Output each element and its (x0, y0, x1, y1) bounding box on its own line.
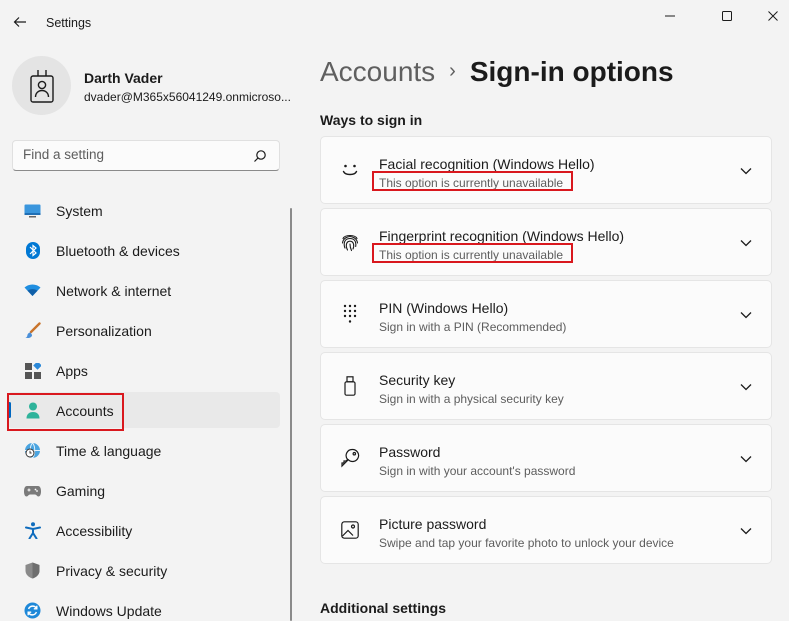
option-title: Facial recognition (Windows Hello) (379, 156, 595, 172)
sidebar-item-label: Accessibility (56, 523, 133, 539)
sidebar-item-label: Time & language (56, 443, 162, 459)
profile-name: Darth Vader (84, 70, 163, 86)
badge-person-icon (29, 69, 54, 103)
fingerprint-recognition-card[interactable]: Fingerprint recognition (Windows Hello) … (320, 208, 772, 276)
security-key-card[interactable]: Security key Sign in with a physical sec… (320, 352, 772, 420)
sidebar-item-label: Network & internet (56, 283, 172, 299)
breadcrumb: Accounts › Sign-in options (320, 56, 674, 88)
sidebar-item-network[interactable]: Network & internet (8, 272, 280, 308)
option-title: Picture password (379, 516, 487, 532)
breadcrumb-parent[interactable]: Accounts (320, 56, 435, 87)
chevron-down-icon[interactable] (739, 308, 753, 322)
accessibility-icon (24, 522, 41, 539)
option-subtitle: Sign in with a PIN (Recommended) (379, 320, 567, 334)
section-title-additional-settings: Additional settings (320, 600, 446, 616)
usb-key-icon (339, 375, 361, 397)
sidebar-item-windows-update[interactable]: Windows Update (8, 592, 280, 621)
sidebar-item-personalization[interactable]: Personalization (8, 312, 280, 348)
sidebar-item-apps[interactable]: Apps (8, 352, 280, 388)
wifi-icon (24, 282, 41, 299)
search-input[interactable] (23, 147, 243, 162)
page-title: Sign-in options (469, 56, 674, 87)
monitor-icon (24, 202, 41, 219)
search-icon[interactable] (253, 149, 267, 163)
key-icon (339, 447, 361, 469)
facial-recognition-card[interactable]: Facial recognition (Windows Hello) This … (320, 136, 772, 204)
option-subtitle: Swipe and tap your favorite photo to unl… (379, 536, 674, 550)
minimize-button[interactable] (647, 2, 693, 30)
sidebar-item-system[interactable]: System (8, 192, 280, 228)
chevron-down-icon[interactable] (739, 380, 753, 394)
back-arrow-icon (13, 17, 26, 27)
bluetooth-icon (24, 242, 41, 259)
app-title: Settings (46, 16, 92, 30)
option-title: PIN (Windows Hello) (379, 300, 509, 316)
search-box[interactable] (12, 140, 280, 171)
picture-password-card[interactable]: Picture password Swipe and tap your favo… (320, 496, 772, 564)
gamepad-icon (24, 482, 41, 499)
minimize-icon (665, 15, 675, 17)
sidebar-scrollbar[interactable] (290, 208, 292, 621)
close-button[interactable] (750, 2, 789, 30)
sidebar-item-label: System (56, 203, 103, 219)
option-subtitle: Sign in with your account's password (379, 464, 576, 478)
globe-clock-icon (24, 442, 41, 459)
sidebar-item-accessibility[interactable]: Accessibility (8, 512, 280, 548)
sidebar-item-label: Apps (56, 363, 88, 379)
sidebar-item-label: Gaming (56, 483, 106, 499)
accounts-highlight (7, 393, 124, 431)
password-card[interactable]: Password Sign in with your account's pas… (320, 424, 772, 492)
apps-icon (24, 362, 41, 379)
sidebar-item-bluetooth[interactable]: Bluetooth & devices (8, 232, 280, 268)
chevron-down-icon[interactable] (739, 452, 753, 466)
brush-icon (24, 322, 41, 339)
update-icon (24, 602, 41, 619)
sidebar-item-label: Windows Update (56, 603, 162, 619)
breadcrumb-separator-icon: › (449, 60, 456, 82)
option-title: Password (379, 444, 441, 460)
picture-icon (339, 519, 361, 541)
maximize-button[interactable] (704, 2, 750, 30)
option-subtitle: Sign in with a physical security key (379, 392, 564, 406)
facial-unavailable-highlight (372, 171, 573, 191)
section-title-ways-to-sign-in: Ways to sign in (320, 112, 423, 128)
maximize-icon (722, 11, 732, 21)
face-icon (339, 159, 361, 181)
chevron-down-icon[interactable] (739, 236, 753, 250)
close-icon (768, 11, 778, 21)
fingerprint-unavailable-highlight (372, 243, 573, 263)
fingerprint-icon (339, 231, 361, 253)
back-button[interactable] (8, 10, 32, 34)
option-title: Security key (379, 372, 456, 388)
chevron-down-icon[interactable] (739, 164, 753, 178)
avatar[interactable] (12, 56, 71, 115)
sidebar-item-label: Privacy & security (56, 563, 168, 579)
sidebar-item-label: Bluetooth & devices (56, 243, 180, 259)
sidebar-item-time-language[interactable]: Time & language (8, 432, 280, 468)
pin-keypad-icon (339, 303, 361, 325)
sidebar-item-gaming[interactable]: Gaming (8, 472, 280, 508)
option-title: Fingerprint recognition (Windows Hello) (379, 228, 625, 244)
pin-card[interactable]: PIN (Windows Hello) Sign in with a PIN (… (320, 280, 772, 348)
chevron-down-icon[interactable] (739, 524, 753, 538)
sidebar-item-label: Personalization (56, 323, 152, 339)
profile-email: dvader@M365x56041249.onmicroso... (84, 90, 291, 104)
sidebar-item-privacy-security[interactable]: Privacy & security (8, 552, 280, 588)
shield-icon (24, 562, 41, 579)
title-bar: Settings (0, 0, 789, 44)
